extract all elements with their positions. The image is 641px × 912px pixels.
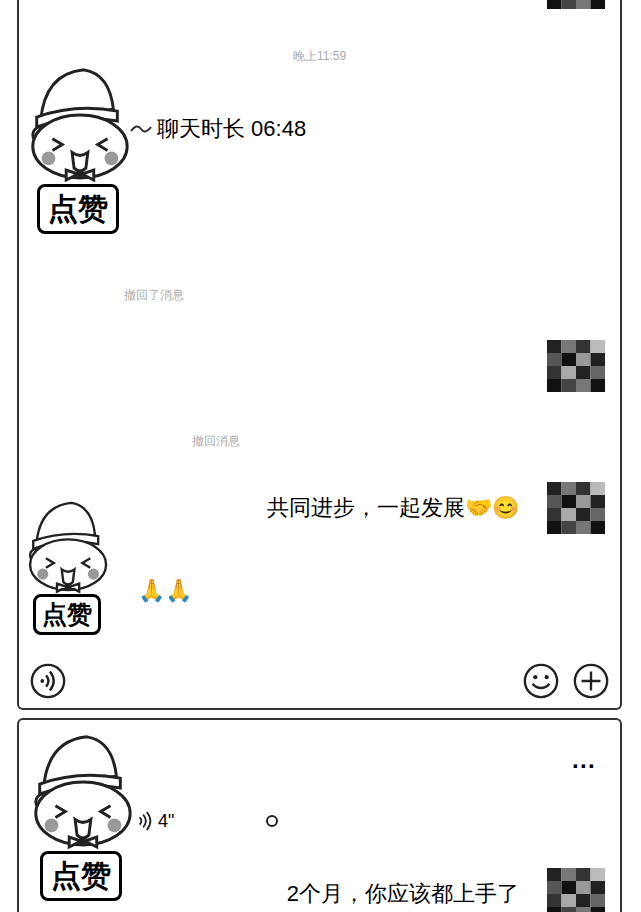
voice-duration: 4" (158, 812, 174, 830)
avatar-picture-icon (547, 340, 605, 392)
avatar-picture-icon (547, 0, 605, 9)
system-notice: 撤回了消息 (124, 289, 184, 301)
system-notice: 撤回消息 (192, 435, 240, 447)
voice-message[interactable]: 4" (140, 810, 278, 832)
message-row: 撤回消息 (19, 433, 620, 449)
my-avatar[interactable] (547, 868, 605, 912)
emoji-icon[interactable] (522, 662, 560, 700)
voice-wave-icon (136, 810, 154, 832)
message-row: 撤回了消息 (19, 287, 620, 303)
message-text[interactable]: 🙏🙏 (138, 577, 192, 605)
message-row: 点赞 🙏🙏 (19, 495, 620, 648)
message: 点赞 聊天时长 06:48 (19, 60, 620, 248)
message-row (19, 0, 620, 12)
contact-avatar[interactable]: 点赞 (19, 495, 114, 635)
unread-dot (266, 815, 278, 827)
my-avatar[interactable] (547, 0, 605, 9)
avatar-label: 点赞 (40, 851, 122, 901)
message-row: 点赞4" (19, 727, 620, 880)
message-body[interactable]: 🙏🙏 (138, 577, 192, 605)
message: 2个月，你应该都上手了 (19, 865, 620, 912)
voice-input-icon[interactable] (29, 662, 67, 700)
contact-avatar[interactable]: 点赞 (22, 727, 140, 901)
avatar-picture-icon (547, 868, 605, 912)
call-icon (129, 121, 153, 137)
message (19, 0, 620, 12)
message-body[interactable]: 聊天时长 06:48 (137, 115, 306, 143)
input-bar (19, 654, 620, 708)
message-text[interactable]: 聊天时长 06:48 (157, 115, 306, 143)
avatar-label: 点赞 (33, 594, 101, 635)
message-row: 共同进步，一起发展🤝😊 (19, 478, 620, 537)
avatar-picture-icon (547, 482, 605, 534)
cat-face-icon (22, 727, 140, 855)
timestamp: 晚上11:59 (293, 50, 346, 62)
message-row: 晚上11:59 (19, 47, 620, 65)
message-row: 点赞 聊天时长 06:48 (19, 60, 620, 248)
message: 点赞 🙏🙏 (19, 495, 620, 648)
plus-icon[interactable] (572, 662, 610, 700)
message-row: 2个月，你应该都上手了 (19, 865, 620, 912)
cat-face-icon (19, 495, 114, 598)
message-row (19, 340, 620, 392)
chat-window: ···点赞4"2个月，你应该都上手了 (17, 718, 622, 912)
chat-window: 晚上11:59点赞聊天时长 06:48撤回了消息撤回消息共同进步，一起发展🤝😊点… (17, 0, 622, 710)
message (19, 340, 620, 392)
message-text[interactable]: 共同进步，一起发展🤝😊 (267, 494, 519, 522)
more-menu[interactable]: ··· (572, 754, 596, 778)
cat-face-icon (19, 60, 137, 188)
message: 点赞4" (19, 727, 620, 880)
avatar-label: 点赞 (37, 184, 119, 234)
my-avatar[interactable] (547, 340, 605, 392)
contact-avatar[interactable]: 点赞 (19, 60, 137, 234)
message: 共同进步，一起发展🤝😊 (19, 478, 620, 537)
my-avatar[interactable] (547, 482, 605, 534)
message-text[interactable]: 2个月，你应该都上手了 (287, 880, 519, 908)
